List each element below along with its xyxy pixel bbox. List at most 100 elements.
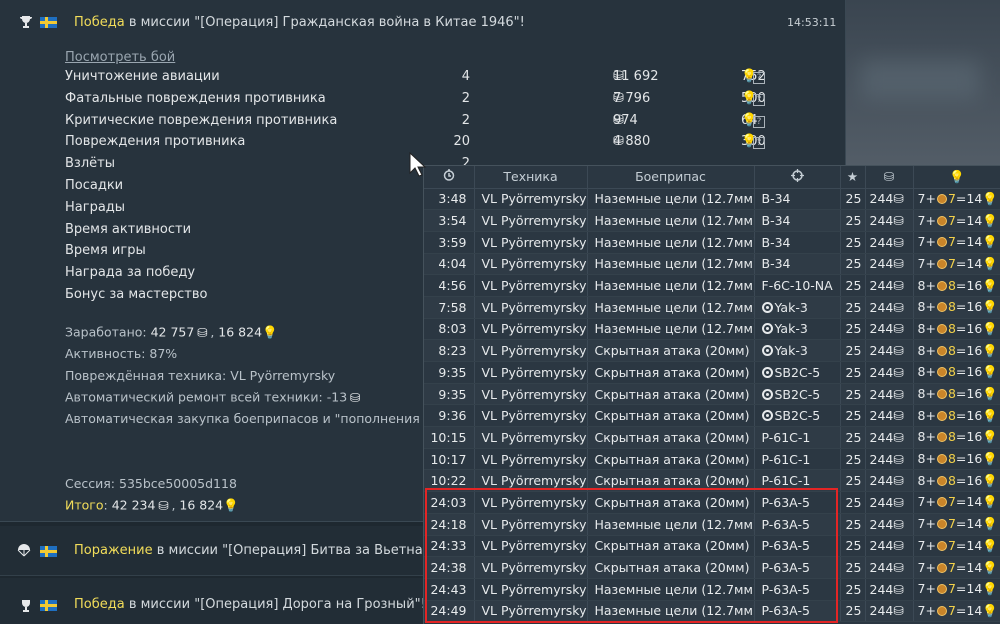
- cell-target: Yak-3: [754, 296, 841, 319]
- cell-target: Yak-3: [754, 318, 841, 341]
- cell-rank: 25: [840, 513, 866, 536]
- cell-rank: 25: [840, 339, 866, 362]
- booster-coin-icon: [936, 540, 947, 551]
- cell-vehicle: VL Pyörremyrsky: [474, 556, 588, 579]
- cell-rp: 7+ 7=14💡: [913, 231, 1000, 254]
- cell-ammo: Скрытная атака (20мм): [587, 469, 755, 493]
- cell-rp: 7+ 7=14💡: [913, 188, 1000, 211]
- cell-target: P-63A-5: [754, 578, 841, 601]
- table-row: 10:17 VL Pyörremyrsky Скрытная атака (20…: [424, 448, 1000, 471]
- header-ammo: Боеприпас: [587, 166, 755, 189]
- message-title: Поражение в миссии "[Операция] Битва за …: [74, 543, 443, 558]
- cell-ammo: Скрытная атака (20мм): [587, 535, 755, 558]
- research-points-icon: 💡: [982, 342, 998, 358]
- booster-coin-icon: [936, 193, 947, 204]
- view-battle-link[interactable]: Посмотреть бой: [65, 50, 175, 65]
- cell-vehicle: VL Pyörremyrsky: [474, 600, 588, 623]
- cell-time: 24:18: [424, 513, 475, 536]
- cell-target: P-63A-5: [754, 556, 841, 579]
- kill-target-icon: [761, 301, 773, 313]
- silver-lion-icon: ⛁: [613, 90, 624, 106]
- booster-coin-icon: [936, 323, 947, 334]
- cell-rank: 25: [840, 578, 866, 601]
- cell-sl: 244⛁: [865, 426, 914, 449]
- table-row: 3:59 VL Pyörremyrsky Наземные цели (12.7…: [424, 231, 1000, 254]
- cell-sl: 244⛁: [865, 513, 914, 536]
- cell-target: SB2C-5: [754, 404, 841, 428]
- trophy-icon: [18, 598, 34, 614]
- cell-sl: 244⛁: [865, 383, 914, 406]
- stat-count: 2: [461, 112, 470, 128]
- silver-lion-icon: ⛁: [893, 234, 904, 250]
- stat-label: Бонус за мастерство: [65, 287, 208, 302]
- table-row: 4:04 VL Pyörremyrsky Наземные цели (12.7…: [424, 253, 1000, 276]
- cell-rp: 7+ 7=14💡: [913, 513, 1000, 536]
- help-icon[interactable]: ?: [753, 137, 765, 150]
- help-icon[interactable]: ?: [753, 93, 765, 106]
- cell-rank: 25: [840, 448, 866, 471]
- table-row: 7:58 VL Pyörremyrsky Наземные цели (12.7…: [424, 296, 1000, 319]
- stat-label: Критические повреждения противника: [65, 112, 338, 128]
- table-row: 24:43 VL Pyörremyrsky Наземные цели (12.…: [424, 578, 1000, 601]
- stat-label: Фатальные повреждения противника: [65, 90, 326, 106]
- cell-rp: 7+ 7=14💡: [913, 600, 1000, 623]
- table-row: 10:15 VL Pyörremyrsky Скрытная атака (20…: [424, 426, 1000, 449]
- table-row: 9:36 VL Pyörremyrsky Скрытная атака (20м…: [424, 404, 1000, 428]
- cell-sl: 244⛁: [865, 600, 914, 623]
- stat-label: Повреждения противника: [65, 134, 246, 150]
- cell-rank: 25: [840, 296, 866, 319]
- cursor-icon: [409, 152, 427, 177]
- cell-time: 24:33: [424, 535, 475, 558]
- cell-vehicle: VL Pyörremyrsky: [474, 361, 588, 384]
- booster-coin-icon: [936, 605, 947, 616]
- star-icon: ★: [840, 166, 866, 189]
- cell-ammo: Наземные цели (12.7мм): [587, 578, 755, 601]
- kill-target-icon: [761, 366, 773, 378]
- sweden-flag-icon: [40, 600, 57, 611]
- booster-coin-icon: [936, 237, 947, 248]
- table-row: 3:54 VL Pyörremyrsky Наземные цели (12.7…: [424, 209, 1000, 232]
- cell-ammo: Скрытная атака (20мм): [587, 426, 755, 449]
- crosshair-icon: [754, 166, 841, 189]
- silver-lion-icon: ⛁: [893, 299, 904, 315]
- stat-label: Посадки: [65, 178, 124, 193]
- table-row: 3:48 VL Pyörremyrsky Наземные цели (12.7…: [424, 188, 1000, 211]
- cell-target: P-63A-5: [754, 491, 841, 514]
- sweden-flag-icon: [40, 16, 57, 28]
- cell-time: 8:03: [424, 318, 475, 341]
- cell-time: 4:04: [424, 253, 475, 276]
- cell-ammo: Наземные цели (12.7мм): [587, 209, 755, 232]
- activity-line: Активность: 87%: [65, 346, 178, 361]
- silver-lion-icon: ⛁: [893, 494, 904, 510]
- table-row: 4:56 VL Pyörremyrsky Наземные цели (12.7…: [424, 274, 1000, 297]
- kill-target-icon: [761, 388, 773, 400]
- cell-vehicle: VL Pyörremyrsky: [474, 296, 588, 319]
- cell-rank: 25: [840, 318, 866, 341]
- table-row: 24:03 VL Pyörremyrsky Скрытная атака (20…: [424, 491, 1000, 514]
- table-row: 9:35 VL Pyörremyrsky Скрытная атака (20м…: [424, 383, 1000, 406]
- research-points-icon: 💡: [982, 234, 998, 250]
- header-vehicle: Техника: [474, 166, 588, 189]
- cell-ammo: Наземные цели (12.7мм): [587, 188, 755, 211]
- research-points-icon: 💡: [982, 537, 998, 553]
- cell-time: 3:59: [424, 231, 475, 254]
- help-icon[interactable]: ?: [753, 72, 765, 84]
- research-points-icon: 💡: [982, 212, 998, 228]
- cell-vehicle: VL Pyörremyrsky: [474, 274, 588, 297]
- cell-vehicle: VL Pyörremyrsky: [474, 469, 588, 493]
- stat-label: Уничтожение авиации: [65, 69, 220, 84]
- message-header[interactable]: Победа в миссии "[Операция] Гражданская …: [0, 8, 846, 36]
- help-icon[interactable]: ?: [753, 115, 765, 128]
- cell-sl: 244⛁: [865, 296, 914, 319]
- cell-rp: 7+ 7=14💡: [913, 209, 1000, 232]
- cell-time: 9:36: [424, 404, 475, 428]
- booster-coin-icon: [936, 345, 947, 356]
- cell-rp: 8+ 8=16💡: [913, 426, 1000, 449]
- booster-coin-icon: [936, 584, 947, 595]
- cell-ammo: Скрытная атака (20мм): [587, 361, 755, 384]
- cell-rank: 25: [840, 209, 866, 232]
- trophy-icon: [18, 14, 34, 30]
- booster-coin-icon: [936, 432, 947, 443]
- research-points-icon: 💡: [982, 407, 998, 423]
- booster-coin-icon: [936, 454, 947, 465]
